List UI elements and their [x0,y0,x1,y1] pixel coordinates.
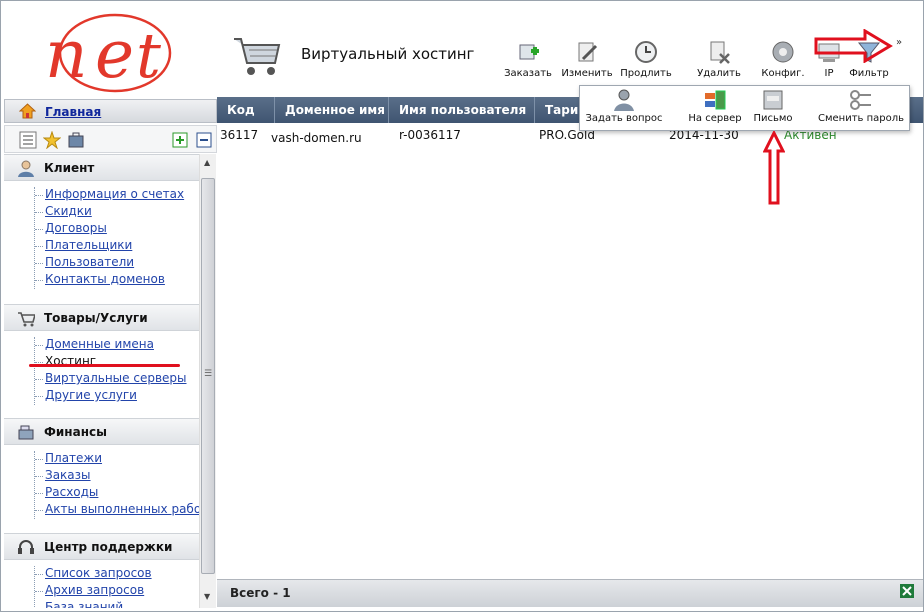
cart-icon [18,312,35,327]
cell-user: r-0036117 [399,128,461,142]
annotation-underline [29,364,180,367]
more-toolbar-button[interactable]: » [896,37,902,48]
sidebar-item-expenses[interactable]: Расходы [45,485,98,499]
app-window: n e t Виртуальный хостинг Заказать Измен… [0,0,924,612]
sidebar-scrollbar[interactable]: ▲ ☰ ▼ [199,154,216,608]
sidebar-toolbar [4,125,217,153]
sidebar-item-users[interactable]: Пользователи [45,255,134,269]
svg-text:e: e [95,16,134,93]
sidebar-item-other-services[interactable]: Другие услуги [45,388,137,402]
total-count: Всего - 1 [230,586,291,600]
sidebar-section-finance: Финансы Платежи Заказы Расходы Акты выпо… [4,418,199,519]
list-icon[interactable] [19,131,37,149]
sidebar-item-vps[interactable]: Виртуальные серверы [45,371,187,385]
column-header-code[interactable]: Код [217,97,275,123]
excel-export-icon[interactable] [899,583,915,599]
sidebar-section-goods: Товары/Услуги Доменные имена Хостинг Вир… [4,304,199,405]
delete-icon [710,41,730,64]
edit-button[interactable]: Изменить [557,39,617,79]
sidebar-item-domain-contacts[interactable]: Контакты доменов [45,272,165,286]
star-icon[interactable] [43,131,61,149]
sidebar-section-support: Центр поддержки Список запросов Архив за… [4,533,199,608]
sidebar-item-orders[interactable]: Заказы [45,468,91,482]
headset-icon [18,540,34,554]
section-header[interactable]: Товары/Услуги [4,304,199,331]
scroll-up-icon[interactable]: ▲ [204,158,210,167]
page-title: Виртуальный хостинг [301,45,475,63]
sidebar-item-domains[interactable]: Доменные имена [45,337,154,351]
annotation-arrow-right [814,29,893,63]
scroll-down-icon[interactable]: ▼ [204,592,210,601]
cell-domain: vash-domen.ru [271,131,362,145]
nav-home-link[interactable]: Главная [45,105,101,119]
nav-home[interactable]: Главная [4,99,217,123]
sidebar: Клиент Информация о счетах Скидки Догово… [4,154,199,608]
home-icon [19,103,36,119]
collapse-all-icon[interactable] [195,131,213,149]
sidebar-item-acts[interactable]: Акты выполненных работ [45,502,199,516]
grid-footer: Всего - 1 [217,579,923,607]
to-server-button[interactable]: На сервер [682,89,748,124]
sidebar-item-invoices[interactable]: Информация о счетах [45,187,184,201]
section-header[interactable]: Клиент [4,154,199,181]
column-header-domain[interactable]: Доменное имя [275,97,389,123]
key-icon [850,90,871,110]
more-actions-popup: Задать вопрос На сервер Письмо Сменить п… [579,85,910,131]
expand-all-icon[interactable] [171,131,189,149]
svg-text:n: n [45,16,88,93]
user-question-icon [614,89,634,111]
sidebar-section-client: Клиент Информация о счетах Скидки Догово… [4,154,199,289]
briefcase-icon[interactable] [67,131,85,149]
letter-icon [763,90,783,110]
ask-question-button[interactable]: Задать вопрос [584,89,664,124]
scroll-thumb[interactable]: ☰ [201,178,215,574]
sidebar-item-knowledge-base[interactable]: База знаний [45,600,123,608]
sidebar-item-payments[interactable]: Платежи [45,451,102,465]
cell-code: 36117 [220,128,259,142]
edit-icon [578,42,598,62]
delete-button[interactable]: Удалить [689,39,749,79]
sidebar-item-contracts[interactable]: Договоры [45,221,107,235]
renew-button[interactable]: Продлить [616,39,676,79]
cart-add-icon [519,44,539,60]
order-button[interactable]: Заказать [498,39,558,79]
sidebar-item-requests[interactable]: Список запросов [45,566,152,580]
net-logo: n e t [45,13,172,93]
clock-icon [635,41,657,63]
server-icon [705,90,726,110]
user-icon [18,160,34,177]
column-header-user[interactable]: Имя пользователя [389,97,535,123]
section-header[interactable]: Центр поддержки [4,533,199,560]
change-password-button[interactable]: Сменить пароль [814,89,908,124]
cash-register-icon [18,425,34,440]
annotation-arrow-up [763,131,785,205]
sidebar-item-payers[interactable]: Плательщики [45,238,132,252]
section-header[interactable]: Финансы [4,418,199,445]
sidebar-item-discounts[interactable]: Скидки [45,204,92,218]
config-icon [772,41,794,63]
shopping-cart-icon [234,38,281,75]
sidebar-item-request-archive[interactable]: Архив запросов [45,583,144,597]
letter-button[interactable]: Письмо [748,89,798,124]
